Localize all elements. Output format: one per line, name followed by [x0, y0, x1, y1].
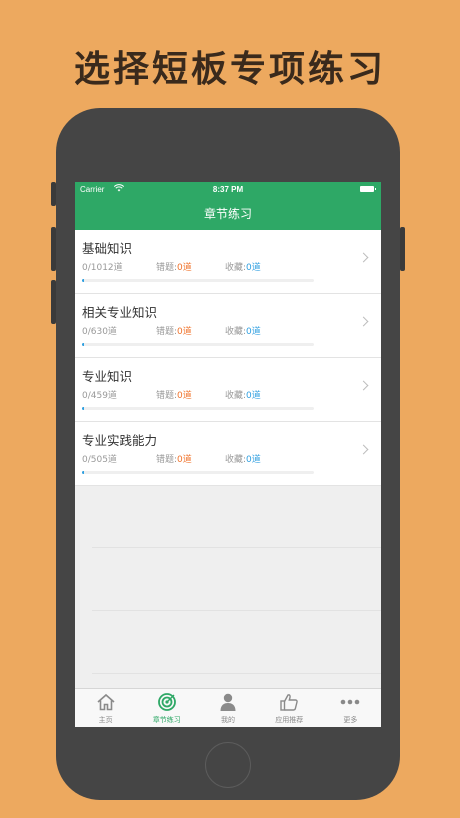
chapter-title: 专业实践能力: [82, 433, 158, 448]
app-screen: Carrier 8:37 PM 章节练习 基础知识 0/1012道 错题:0道 …: [75, 182, 381, 727]
chapter-row[interactable]: 专业实践能力 0/505道 错题:0道 收藏:0道: [75, 422, 381, 486]
chapter-row[interactable]: 专业知识 0/459道 错题:0道 收藏:0道: [75, 358, 381, 422]
tab-label: 更多: [343, 716, 358, 724]
status-bar: Carrier 8:37 PM: [75, 182, 381, 198]
chapter-favorite-count: 收藏:0道: [225, 324, 261, 337]
nav-title: 章节练习: [75, 198, 381, 230]
chapter-progress-bar: [82, 407, 314, 410]
chapter-meta-text: 收藏:: [225, 455, 247, 465]
chapter-wrong-count: 错题:0道: [156, 324, 192, 337]
tab-more[interactable]: 更多: [320, 689, 381, 727]
chapter-favorite-count: 收藏:0道: [225, 260, 261, 273]
phone-volume-up: [51, 227, 56, 271]
chapter-row[interactable]: 基础知识 0/1012道 错题:0道 收藏:0道: [75, 230, 381, 294]
phone-home-button: [205, 742, 251, 788]
tab-bar: 主页 章节练习 我的 应用推荐 更多: [75, 688, 381, 727]
chapter-meta-text: 错题:: [156, 263, 178, 273]
chapter-progress-bar: [82, 279, 314, 282]
chapter-wrong-count: 错题:0道: [156, 260, 192, 273]
chapter-progress-bar: [82, 471, 314, 474]
chapter-meta-text: 0道: [246, 391, 261, 401]
chapter-meta-text: 0道: [177, 327, 192, 337]
chapter-meta-text: 0道: [246, 327, 261, 337]
chapter-meta-text: 错题:: [156, 391, 178, 401]
chapter-meta-text: 0道: [246, 455, 261, 465]
target-icon: [157, 693, 176, 711]
phone-volume-down: [51, 280, 56, 324]
tab-label: 应用推荐: [275, 716, 304, 724]
user-icon: [220, 693, 236, 711]
chapter-meta-text: 0道: [177, 263, 192, 273]
chapter-meta-text: 0道: [246, 263, 261, 273]
thumbs-up-icon: [280, 694, 298, 711]
chapter-wrong-count: 错题:0道: [156, 452, 192, 465]
tab-app-recommend[interactable]: 应用推荐: [259, 689, 320, 727]
chapter-progress: 0/1012道: [82, 263, 123, 273]
tab-label: 我的: [221, 716, 235, 724]
home-icon: [97, 693, 115, 711]
chapter-title: 专业知识: [82, 369, 133, 384]
chapter-meta-text: 错题:: [156, 327, 178, 337]
chapter-meta-text: 收藏:: [225, 327, 247, 337]
phone-power-button: [400, 227, 405, 271]
tab-mine[interactable]: 我的: [197, 689, 258, 727]
chapter-progress: 0/630道: [82, 327, 117, 337]
chapter-progress: 0/505道: [82, 455, 117, 465]
tab-chapter-practice[interactable]: 章节练习: [136, 689, 197, 727]
chapter-wrong-count: 错题:0道: [156, 388, 192, 401]
chapter-meta-text: 收藏:: [225, 263, 247, 273]
chapter-meta-text: 0道: [177, 391, 192, 401]
chapter-progress: 0/459道: [82, 391, 117, 401]
chapter-meta-text: 0道: [177, 455, 192, 465]
chapter-title: 相关专业知识: [82, 305, 158, 320]
chapter-favorite-count: 收藏:0道: [225, 452, 261, 465]
chapter-list: 基础知识 0/1012道 错题:0道 收藏:0道 相关专业知识 0/630道 错…: [75, 230, 381, 486]
chapter-row[interactable]: 相关专业知识 0/630道 错题:0道 收藏:0道: [75, 294, 381, 358]
headline: 选择短板专项练习: [73, 48, 386, 90]
chevron-right-icon: [358, 380, 369, 391]
battery-icon: [360, 186, 376, 192]
clock: 8:37 PM: [212, 185, 244, 194]
chapter-meta-text: 错题:: [156, 455, 178, 465]
chapter-meta-text: 收藏:: [225, 391, 247, 401]
tab-home[interactable]: 主页: [75, 689, 136, 727]
tab-label: 章节练习: [152, 716, 181, 724]
chapter-progress-bar: [82, 343, 314, 346]
tab-label: 主页: [98, 716, 113, 724]
chapter-favorite-count: 收藏:0道: [225, 388, 261, 401]
chevron-right-icon: [358, 444, 369, 455]
chevron-right-icon: [358, 252, 369, 263]
chevron-right-icon: [358, 316, 369, 327]
phone-side-button: [51, 182, 56, 206]
chapter-title: 基础知识: [82, 241, 133, 256]
more-dots-icon: [341, 699, 360, 705]
